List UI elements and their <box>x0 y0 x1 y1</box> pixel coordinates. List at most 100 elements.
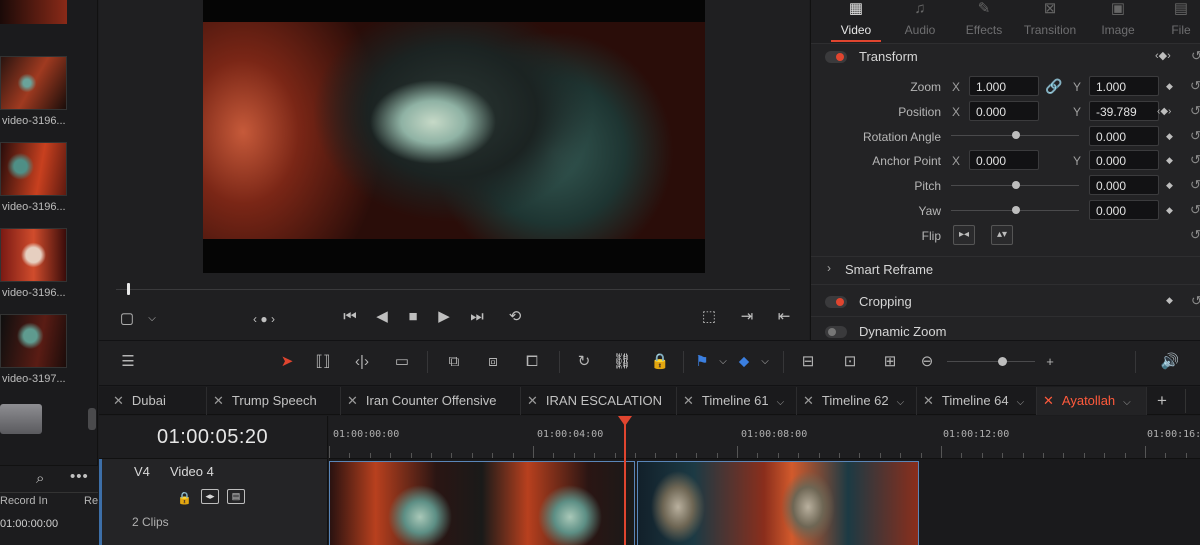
close-icon[interactable]: ✕ <box>527 393 538 408</box>
rotation-slider-handle[interactable] <box>1012 131 1020 139</box>
zoom-y-field[interactable]: 1.000 <box>1089 76 1159 96</box>
zoom-out-icon[interactable]: ⊖ <box>917 353 937 371</box>
clip-label[interactable]: video-3196... <box>2 287 66 299</box>
loop-icon[interactable]: ⟲ <box>503 309 527 325</box>
chevron-down-icon[interactable]: ⌵ <box>759 353 771 371</box>
scrollbar[interactable] <box>88 408 96 430</box>
zoom-slider-track[interactable] <box>947 361 1035 362</box>
tab-dubai[interactable]: ✕ Dubai <box>107 387 207 415</box>
track-name[interactable]: Video 4 <box>170 464 214 479</box>
reset-icon[interactable]: ↺ <box>1190 128 1200 144</box>
smart-reframe-section-header[interactable]: › Smart Reframe <box>823 258 1200 282</box>
play-reverse-icon[interactable]: ◀ <box>372 309 392 325</box>
clip-thumbnail[interactable] <box>0 314 67 368</box>
keyframe-icon[interactable]: ◆ <box>1166 180 1173 191</box>
dynamic-trim-icon[interactable]: ‹|› <box>349 353 375 371</box>
custom-zoom-icon[interactable]: ⊞ <box>875 353 905 371</box>
close-icon[interactable]: ✕ <box>923 393 934 408</box>
tab-file[interactable]: ▤ File <box>1148 0 1200 42</box>
tab-trump-speech[interactable]: ✕ Trump Speech <box>207 387 341 415</box>
column-header-record-in[interactable]: Record In <box>0 495 48 507</box>
column-header-re[interactable]: Re <box>84 495 98 507</box>
match-frame-icon[interactable]: ⬚ <box>698 309 720 325</box>
cropping-section-header[interactable]: Cropping ◆ ↺ <box>823 290 1200 314</box>
pitch-field[interactable]: 0.000 <box>1089 175 1159 195</box>
close-icon[interactable]: ✕ <box>1043 393 1054 408</box>
skip-to-start-icon[interactable]: ⏮ <box>338 309 362 325</box>
position-x-field[interactable]: 0.000 <box>969 101 1039 121</box>
scrubber-handle[interactable] <box>127 283 130 295</box>
reset-icon[interactable]: ↺ <box>1190 152 1200 168</box>
reset-icon[interactable]: ↺ <box>1190 177 1200 193</box>
video-preview[interactable] <box>203 0 705 273</box>
search-icon[interactable]: ⌕ <box>36 470 44 487</box>
speaker-icon[interactable]: 🔊 <box>1159 353 1181 371</box>
replace-clip-icon[interactable]: ⧠ <box>517 353 547 371</box>
timeline-clip[interactable] <box>329 461 635 545</box>
clip-thumbnail[interactable] <box>0 56 67 110</box>
detail-zoom-icon[interactable]: ⊡ <box>835 353 865 371</box>
yaw-field[interactable]: 0.000 <box>1089 200 1159 220</box>
keyframe-nav-icon[interactable]: ‹◆› <box>1157 106 1171 117</box>
keyframe-icon[interactable]: ◆ <box>1166 205 1173 216</box>
link-icon[interactable]: 🔗 <box>1045 78 1062 95</box>
keyframe-icon[interactable]: ◆ <box>1166 131 1173 142</box>
keyframe-icon[interactable]: ◆ <box>1166 155 1173 166</box>
close-icon[interactable]: ✕ <box>113 393 124 408</box>
chevron-down-icon[interactable]: ⌵ <box>145 311 159 327</box>
anchor-y-field[interactable]: 0.000 <box>1089 150 1159 170</box>
chevron-down-icon[interactable]: ⌵ <box>1017 397 1025 408</box>
skip-to-end-icon[interactable]: ⏭ <box>465 309 489 325</box>
linked-selection-icon[interactable]: ⛓ <box>611 353 633 371</box>
dynamic-zoom-enable-toggle[interactable] <box>825 326 847 338</box>
clip-thumbnail[interactable] <box>0 0 67 24</box>
auto-select-icon[interactable]: ◂▸ <box>201 489 219 504</box>
chevron-down-icon[interactable]: ⌵ <box>777 397 785 408</box>
keyframe-icon[interactable]: ◆ <box>1166 81 1173 92</box>
tab-timeline-64[interactable]: ✕ Timeline 64 ⌵ <box>917 387 1037 415</box>
scrubber-track[interactable] <box>116 289 790 290</box>
flip-horizontal-icon[interactable]: ▸◂ <box>953 225 975 245</box>
reset-icon[interactable]: ↺ <box>1190 227 1200 243</box>
reset-icon[interactable]: ↺ <box>1190 202 1200 218</box>
flip-vertical-icon[interactable]: ▴▾ <box>991 225 1013 245</box>
tab-iran-escalation[interactable]: ✕ IRAN ESCALATION <box>521 387 677 415</box>
chevron-down-icon[interactable]: ⌵ <box>1123 397 1131 408</box>
tab-transition[interactable]: ⊠ Transition <box>1017 0 1083 42</box>
reset-icon[interactable]: ↺ <box>1191 293 1200 309</box>
insert-clip-icon[interactable]: ⧉ <box>439 353 469 371</box>
overwrite-clip-icon[interactable]: ⧈ <box>479 353 507 371</box>
keyframe-icon[interactable]: ◆ <box>1166 295 1173 306</box>
reset-icon[interactable]: ↺ <box>1191 48 1200 64</box>
marker-icon[interactable]: ⬥ <box>737 353 751 371</box>
transform-section-header[interactable]: Transform ‹◆› ↺ <box>823 45 1200 69</box>
reset-icon[interactable]: ↺ <box>1190 103 1200 119</box>
track-v4-lane[interactable] <box>329 458 1200 545</box>
tab-iran-counter-offensive[interactable]: ✕ Iran Counter Offensive <box>341 387 521 415</box>
full-extent-zoom-icon[interactable]: ⊟ <box>793 353 823 371</box>
zoom-x-field[interactable]: 1.000 <box>969 76 1039 96</box>
chevron-down-icon[interactable]: ⌵ <box>897 397 905 408</box>
anchor-x-field[interactable]: 0.000 <box>969 150 1039 170</box>
tab-effects[interactable]: ✎ Effects <box>951 0 1017 42</box>
timeline-ruler[interactable]: 01:00:00:00 01:00:04:00 01:00:08:00 01:0… <box>329 416 1200 458</box>
reset-icon[interactable]: ↺ <box>1190 78 1200 94</box>
lock-icon[interactable]: 🔒 <box>177 491 192 505</box>
stop-icon[interactable]: ■ <box>403 309 423 325</box>
keyframe-nav-icon[interactable]: ‹◆› <box>1155 49 1171 62</box>
close-icon[interactable]: ✕ <box>683 393 694 408</box>
pitch-slider-handle[interactable] <box>1012 181 1020 189</box>
tab-video[interactable]: ▦ Video <box>823 0 889 42</box>
close-icon[interactable]: ✕ <box>803 393 814 408</box>
playhead-line[interactable] <box>624 424 626 545</box>
clip-thumbnail[interactable] <box>0 228 67 282</box>
position-lock-icon[interactable]: 🔒 <box>649 353 671 371</box>
tab-image[interactable]: ▣ Image <box>1085 0 1151 42</box>
jog-control[interactable]: ‹ ● › <box>241 311 287 327</box>
close-icon[interactable]: ✕ <box>347 393 358 408</box>
flag-icon[interactable]: ⚑ <box>695 353 709 371</box>
snapping-icon[interactable]: ↻ <box>573 353 595 371</box>
position-y-field[interactable]: -39.789 <box>1089 101 1159 121</box>
tab-timeline-62[interactable]: ✕ Timeline 62 ⌵ <box>797 387 917 415</box>
zoom-in-icon[interactable]: + <box>1041 353 1059 371</box>
